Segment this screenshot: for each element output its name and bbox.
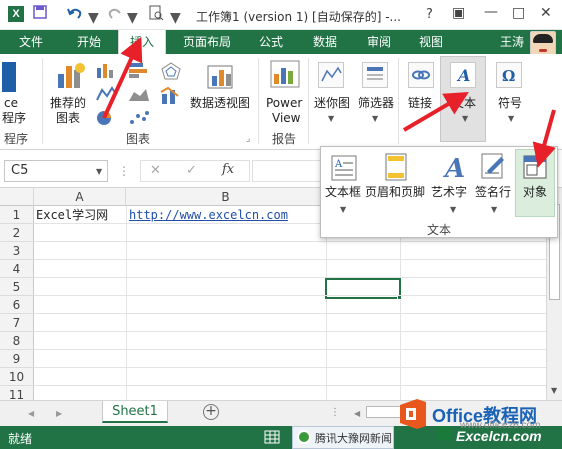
arrow-to-insert-tab xyxy=(102,36,143,119)
annotation-arrows xyxy=(102,36,556,168)
arrow-to-text-button xyxy=(402,91,469,132)
arrow-to-object-button xyxy=(532,109,556,168)
